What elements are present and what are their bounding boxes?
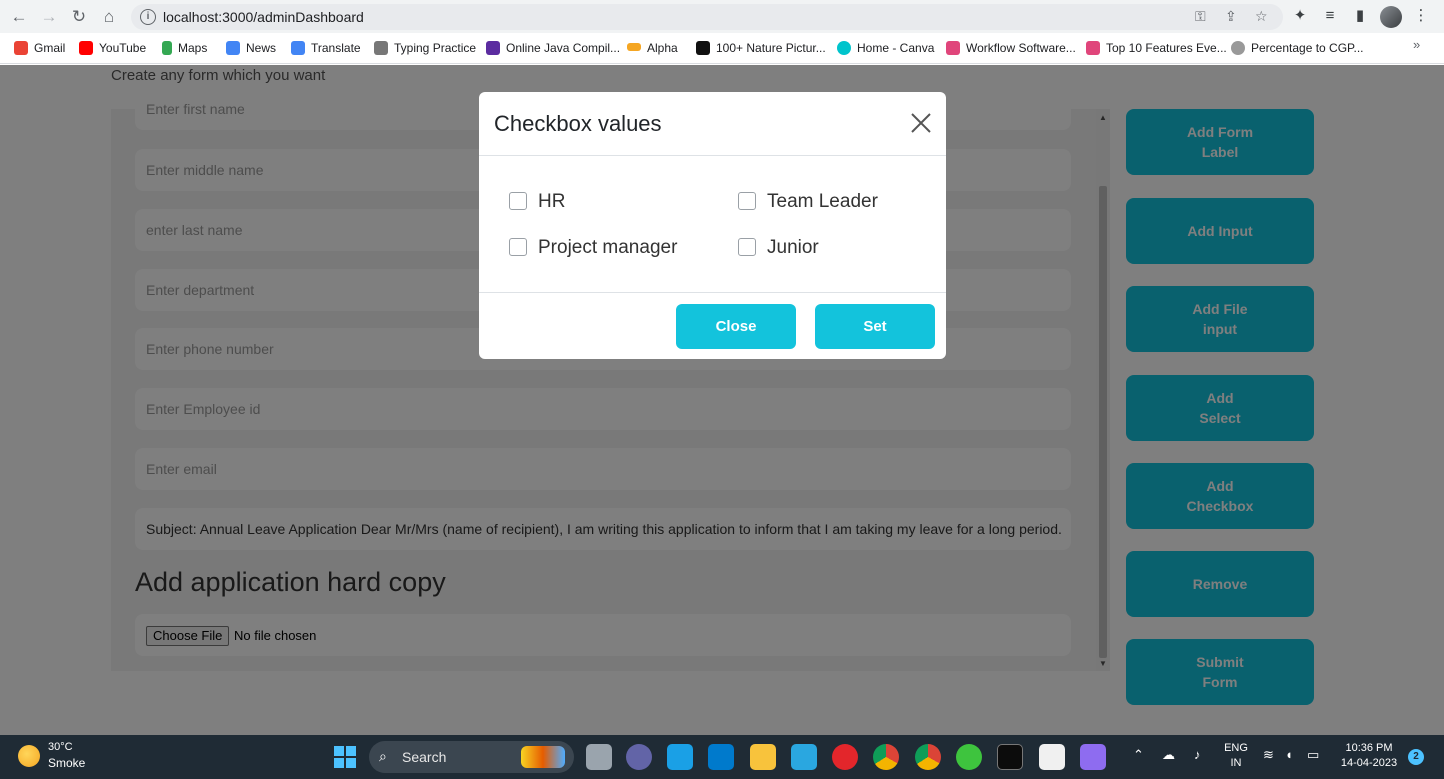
- home-icon[interactable]: ⌂: [98, 6, 120, 28]
- bookmark-online-java[interactable]: Online Java Compil...: [486, 40, 620, 58]
- address-url[interactable]: localhost:3000/adminDashboard: [163, 9, 364, 25]
- teams-chat-icon[interactable]: [626, 744, 652, 770]
- wifi-icon[interactable]: ≋: [1263, 747, 1274, 763]
- learning-app-icon[interactable]: [667, 744, 693, 770]
- share-icon[interactable]: ⇪: [1225, 8, 1237, 25]
- password-key-icon[interactable]: ⚿: [1195, 8, 1206, 25]
- typing-practice-icon: [374, 41, 388, 55]
- bookmark-star-icon[interactable]: ☆: [1255, 8, 1268, 25]
- java-compiler-icon: [486, 41, 500, 55]
- weather-description[interactable]: Smoke: [48, 756, 85, 770]
- alpha-icon: [627, 43, 641, 51]
- checkbox-label: Junior: [767, 237, 819, 258]
- nature-pictures-icon: [696, 41, 710, 55]
- youtube-icon: [79, 41, 93, 55]
- bookmark-gmail[interactable]: Gmail: [14, 40, 65, 58]
- bookmarks-overflow-icon[interactable]: »: [1413, 37, 1420, 52]
- percentage-icon: [1231, 41, 1245, 55]
- reload-icon[interactable]: ↻: [68, 6, 90, 28]
- taskbar-search[interactable]: ⌕ Search: [369, 741, 574, 773]
- profile-avatar[interactable]: [1380, 6, 1402, 28]
- file-explorer-icon[interactable]: [750, 744, 776, 770]
- modal-header: Checkbox values: [479, 92, 946, 156]
- gmail-icon: [14, 41, 28, 55]
- search-label: Search: [402, 749, 447, 765]
- bookmark-nature-pictures[interactable]: 100+ Nature Pictur...: [696, 40, 826, 58]
- checkbox-values-modal: Checkbox values HR Team Leader Project m…: [479, 92, 946, 359]
- site-info-icon[interactable]: i: [140, 9, 156, 25]
- weather-temperature[interactable]: 30°C: [48, 741, 73, 753]
- extensions-icon[interactable]: ✦: [1289, 5, 1311, 27]
- bookmark-maps[interactable]: Maps: [162, 40, 207, 58]
- modal-body: HR Team Leader Project manager Junior: [479, 157, 946, 293]
- maps-icon: [162, 41, 172, 55]
- media-queue-icon[interactable]: ≡: [1319, 5, 1341, 27]
- volume-icon[interactable]: ◖: [1285, 747, 1293, 762]
- bookmark-typing-practice[interactable]: Typing Practice: [374, 40, 476, 58]
- language-region[interactable]: IN: [1220, 757, 1252, 769]
- checkbox-input[interactable]: [509, 238, 527, 256]
- news-icon: [226, 41, 240, 55]
- top10-icon: [1086, 41, 1100, 55]
- bookmark-canva[interactable]: Home - Canva: [837, 40, 934, 58]
- terminal-icon[interactable]: [997, 744, 1023, 770]
- chrome-icon[interactable]: [915, 744, 941, 770]
- checkbox-label: Project manager: [538, 237, 678, 258]
- modal-close-button[interactable]: Close: [676, 304, 796, 349]
- search-icon: ⌕: [379, 748, 387, 764]
- back-icon[interactable]: ←: [8, 6, 30, 28]
- menu-kebab-icon[interactable]: ⋮: [1410, 5, 1432, 27]
- opera-icon[interactable]: [832, 744, 858, 770]
- checkbox-label: Team Leader: [767, 191, 878, 212]
- forward-icon[interactable]: →: [38, 6, 60, 28]
- bookmark-youtube[interactable]: YouTube: [79, 40, 146, 58]
- bookmark-workflow[interactable]: Workflow Software...: [946, 40, 1076, 58]
- onedrive-icon[interactable]: ☁: [1162, 747, 1175, 763]
- windows-taskbar: 30°C Smoke ⌕ Search ⌃ ☁ ♪ ENG IN ≋ ◖ ▭ 1…: [0, 735, 1444, 779]
- address-bar[interactable]: i localhost:3000/adminDashboard ⚿ ⇪ ☆: [131, 4, 1283, 30]
- bookmarks-bar: Gmail YouTube Maps News Translate Typing…: [0, 33, 1444, 64]
- tray-overflow-icon[interactable]: ⌃: [1133, 747, 1144, 763]
- notification-badge[interactable]: 2: [1408, 749, 1424, 765]
- checkbox-input[interactable]: [738, 192, 756, 210]
- canva-icon: [837, 41, 851, 55]
- bookmark-translate[interactable]: Translate: [291, 40, 361, 58]
- bookmark-alpha[interactable]: Alpha: [627, 40, 678, 58]
- browser-toolbar: ← → ↻ ⌂ i localhost:3000/adminDashboard …: [0, 0, 1444, 33]
- side-panel-icon[interactable]: ▮: [1349, 5, 1371, 27]
- bookmark-percentage-cgpa[interactable]: Percentage to CGP...: [1231, 40, 1364, 58]
- translate-icon: [291, 41, 305, 55]
- checkbox-input[interactable]: [738, 238, 756, 256]
- visual-studio-icon[interactable]: [1080, 744, 1106, 770]
- close-icon[interactable]: [909, 111, 933, 135]
- windows-start-icon[interactable]: [334, 746, 356, 768]
- weather-icon[interactable]: [18, 745, 40, 767]
- battery-icon[interactable]: ▭: [1307, 747, 1319, 763]
- workflow-icon: [946, 41, 960, 55]
- search-highlight-icon: [521, 746, 565, 768]
- chrome-icon-active[interactable]: [873, 744, 899, 770]
- checkbox-label: HR: [538, 191, 566, 212]
- modal-title: Checkbox values: [494, 111, 662, 136]
- clock-date[interactable]: 14-04-2023: [1334, 757, 1404, 769]
- microphone-icon[interactable]: ♪: [1194, 747, 1201, 762]
- snipping-tool-icon[interactable]: [1039, 744, 1065, 770]
- vscode-icon[interactable]: [708, 744, 734, 770]
- language-code[interactable]: ENG: [1220, 742, 1252, 754]
- chrome-canary-icon[interactable]: [956, 744, 982, 770]
- remote-desktop-icon[interactable]: [791, 744, 817, 770]
- modal-set-button[interactable]: Set: [815, 304, 935, 349]
- task-view-icon[interactable]: [586, 744, 612, 770]
- clock-time[interactable]: 10:36 PM: [1334, 742, 1404, 754]
- checkbox-input[interactable]: [509, 192, 527, 210]
- bookmark-top10[interactable]: Top 10 Features Eve...: [1086, 40, 1227, 58]
- bookmark-news[interactable]: News: [226, 40, 276, 58]
